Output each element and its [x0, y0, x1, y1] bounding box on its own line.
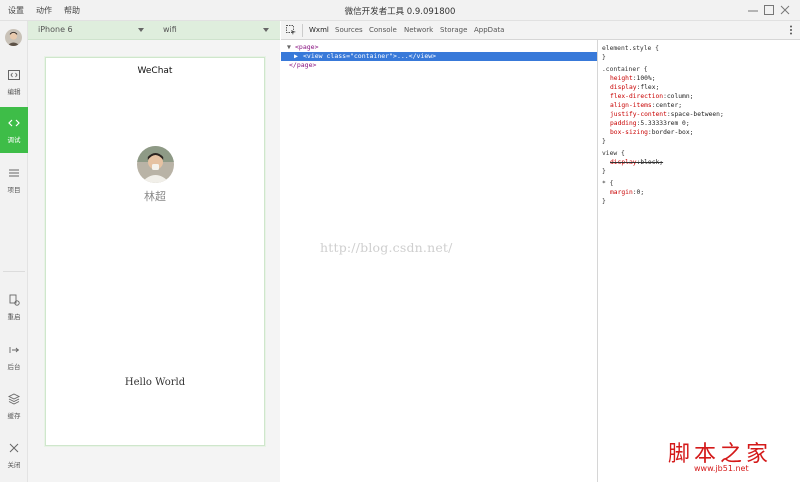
- sidebar-item-label: 调试: [7, 136, 21, 144]
- styles-pane: element.style { } .container { height:10…: [597, 40, 800, 482]
- sidebar-item-label: 后台: [7, 363, 21, 371]
- tab-console[interactable]: Console: [369, 26, 397, 34]
- site-logo-watermark: 脚本之家 www.jb51.net: [668, 436, 798, 480]
- css-brace: }: [602, 138, 606, 145]
- sidebar-item-debug[interactable]: 调试: [0, 107, 28, 153]
- inspect-element-icon[interactable]: [285, 24, 297, 36]
- cache-icon: [7, 392, 21, 406]
- maximize-icon[interactable]: [762, 3, 776, 17]
- background-icon: [7, 343, 21, 357]
- wxml-tree: ▼ <page> ▶ <view class="container">...</…: [281, 40, 597, 482]
- tab-network[interactable]: Network: [404, 26, 433, 34]
- sidebar-item-cache[interactable]: 缓存: [0, 383, 28, 429]
- restart-icon: [7, 293, 21, 307]
- css-rule[interactable]: display:flex;: [610, 83, 659, 92]
- user-nickname: 林超: [144, 190, 166, 203]
- collapsed-triangle-icon[interactable]: ▶: [294, 52, 298, 61]
- close-icon: [7, 441, 21, 455]
- css-brace: }: [602, 168, 606, 175]
- simulator-toolbar: iPhone 6 wifi: [28, 21, 280, 40]
- sidebar-item-close[interactable]: 关闭: [0, 432, 28, 478]
- chevron-down-icon[interactable]: [138, 28, 144, 32]
- debug-icon: [7, 116, 21, 130]
- dom-tag-rest: >...</view>: [393, 52, 437, 60]
- css-rule[interactable]: margin:0;: [610, 188, 644, 197]
- dom-node-page[interactable]: ▼ <page>: [281, 43, 597, 52]
- css-rule[interactable]: flex-direction:column;: [610, 92, 693, 101]
- hello-text: Hello World: [124, 377, 186, 388]
- window-title: 微信开发者工具 0.9.091800: [344, 7, 456, 17]
- tab-sources[interactable]: Sources: [335, 26, 363, 34]
- more-options-icon[interactable]: [786, 24, 796, 36]
- close-window-icon[interactable]: [778, 3, 792, 17]
- devtools-tabbar: Wxml Sources Console Network Storage App…: [281, 21, 800, 40]
- css-selector-container[interactable]: .container {: [602, 65, 648, 74]
- dom-node-page-close[interactable]: </page>: [281, 61, 597, 70]
- sidebar-item-label: 缓存: [7, 412, 21, 420]
- dom-tag-open: <view: [303, 52, 323, 60]
- css-selector-universal[interactable]: * {: [602, 179, 613, 188]
- sidebar-item-restart[interactable]: 重启: [0, 284, 28, 330]
- css-brace: }: [602, 54, 606, 61]
- css-rule[interactable]: height:100%;: [610, 74, 656, 83]
- blog-watermark: http://blog.csdn.net/: [320, 240, 453, 255]
- css-rule[interactable]: padding:5.33333rem 0;: [610, 119, 690, 128]
- sidebar: 编辑 调试 项目 重启 后台 缓存 关闭: [0, 21, 28, 482]
- sidebar-divider: [3, 271, 25, 272]
- sidebar-item-label: 关闭: [7, 461, 21, 469]
- css-selector-view[interactable]: view {: [602, 149, 625, 158]
- sidebar-item-label: 重启: [7, 313, 21, 321]
- css-rule-overridden[interactable]: display:block;: [610, 158, 663, 167]
- chevron-down-icon[interactable]: [263, 28, 269, 32]
- toolbar-divider: [302, 24, 303, 37]
- css-rule[interactable]: box-sizing:border-box;: [610, 128, 693, 137]
- dom-attr-name: class=: [326, 52, 350, 60]
- code-editor-icon: [7, 68, 21, 82]
- css-rule[interactable]: justify-content:space-between;: [610, 110, 724, 119]
- phone-screen: WeChat 林超 Hello World: [45, 57, 265, 446]
- sidebar-item-label: 项目: [7, 186, 21, 194]
- device-select[interactable]: iPhone 6: [38, 25, 73, 34]
- expand-triangle-icon[interactable]: ▼: [287, 43, 291, 52]
- site-url-text: www.jb51.net: [694, 464, 749, 473]
- user-avatar-large[interactable]: [137, 146, 174, 183]
- user-avatar[interactable]: [5, 29, 22, 46]
- list-icon: [7, 166, 21, 180]
- title-bar: 设置 动作 帮助 微信开发者工具 0.9.091800: [0, 0, 800, 21]
- sidebar-item-label: 编辑: [7, 88, 21, 96]
- dom-attr-value: "container": [349, 52, 394, 60]
- tab-wxml[interactable]: Wxml: [309, 26, 329, 34]
- css-rule[interactable]: align-items:center;: [610, 101, 682, 110]
- sidebar-item-edit[interactable]: 编辑: [0, 59, 28, 105]
- sidebar-item-project[interactable]: 项目: [0, 157, 28, 203]
- network-select[interactable]: wifi: [163, 25, 177, 34]
- minimize-icon[interactable]: [746, 3, 760, 17]
- css-selector-element-style[interactable]: element.style {: [602, 44, 659, 53]
- nav-bar-title: WeChat: [137, 66, 173, 76]
- dom-node-view[interactable]: ▶ <view class="container">...</view>: [281, 52, 597, 61]
- sidebar-item-background[interactable]: 后台: [0, 334, 28, 380]
- simulator-area: WeChat 林超 Hello World: [28, 40, 280, 482]
- css-brace: }: [602, 198, 606, 205]
- tab-appdata[interactable]: AppData: [474, 26, 504, 34]
- tab-storage[interactable]: Storage: [440, 26, 467, 34]
